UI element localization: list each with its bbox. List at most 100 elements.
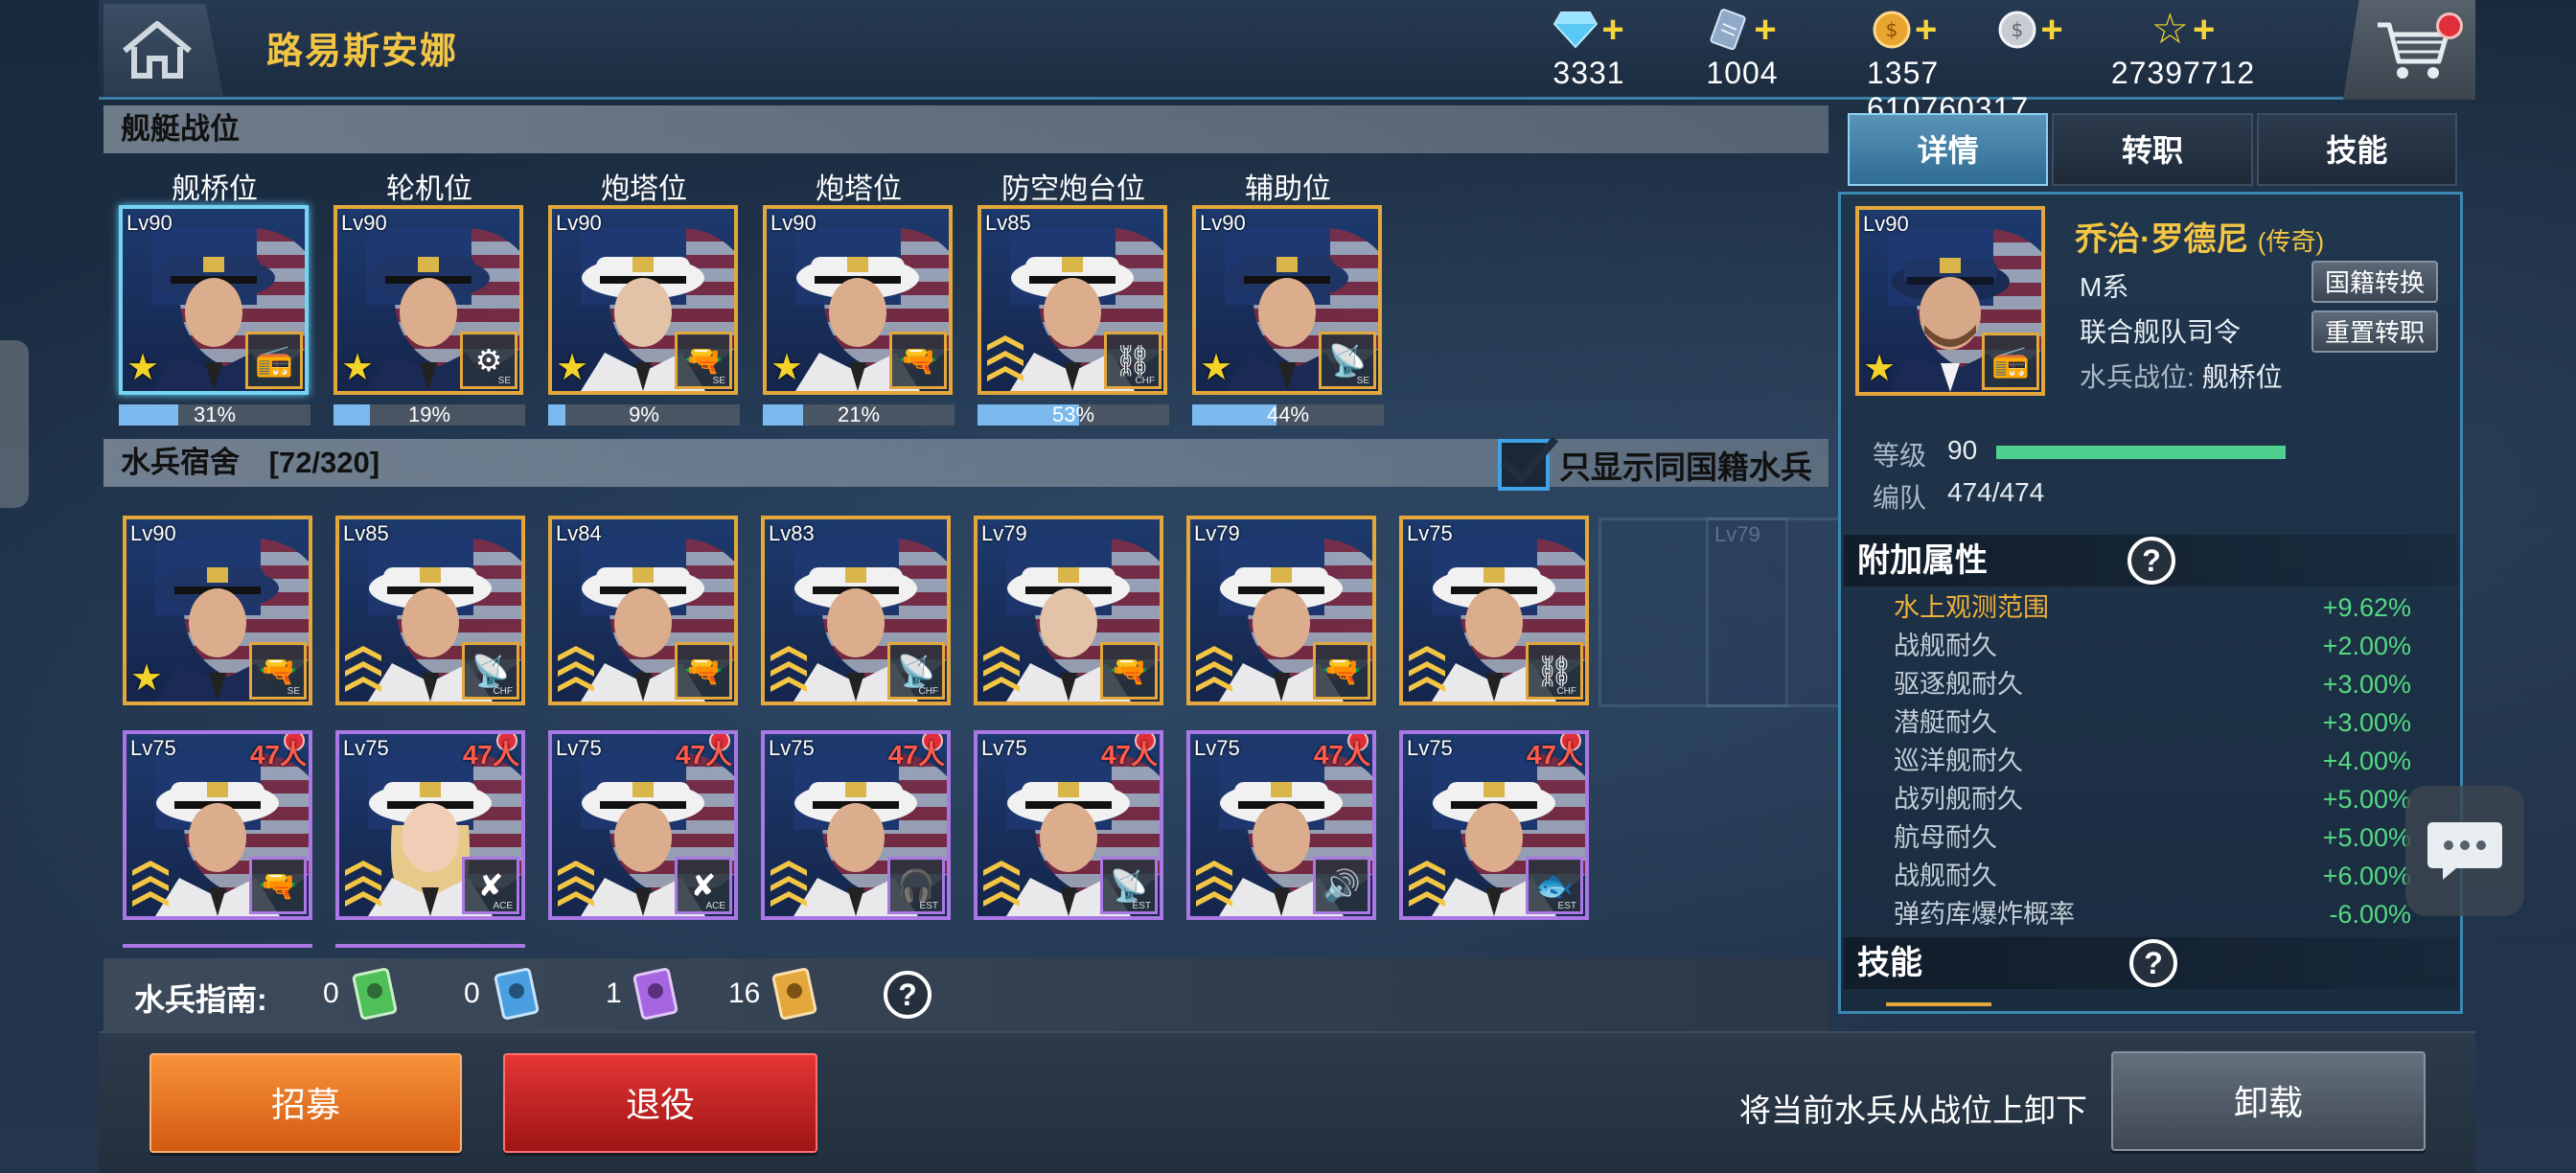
unload-hint: 将当前水兵从战位上卸下 <box>1739 1092 2087 1128</box>
add-blueprint-icon[interactable]: + <box>1754 11 1776 49</box>
level-label: 等级 <box>1873 441 1927 471</box>
home-button[interactable] <box>104 4 223 96</box>
attribute-value: +4.00% <box>2322 747 2411 775</box>
role-badge: 📡 CHF <box>462 642 519 700</box>
role-code: SE <box>1356 376 1369 386</box>
dorm-sailor-card[interactable]: Lv79 🔫 <box>1186 516 1376 705</box>
recruit-button[interactable]: 招募 <box>150 1053 462 1153</box>
level-value: 90 <box>1947 435 1978 465</box>
position-progress-bar: 9% <box>548 404 740 426</box>
battle-slot-card[interactable]: Lv90 ★ ⚙ SE <box>334 205 523 395</box>
add-gold-icon[interactable]: + <box>1915 11 1937 49</box>
dorm-sailor-card[interactable]: Lv75 🔊 47人 <box>1186 730 1376 920</box>
dorm-sailor-card[interactable]: Lv75 🐟 EST 47人 <box>1399 730 1589 920</box>
battle-slot-card[interactable]: Lv85 ⛓ CHF <box>978 205 1167 395</box>
chat-button[interactable] <box>2405 786 2524 916</box>
attribute-row: 战列舰耐久 +5.00% <box>1894 780 2411 818</box>
blueprint-count: 1004 <box>1706 56 1779 90</box>
dorm-sailor-card[interactable]: Lv85 📡 CHF <box>335 516 525 705</box>
sailor-count: 47人 <box>249 740 307 770</box>
battle-slot-card[interactable]: Lv90 ★ 📡 SE <box>1192 205 1382 395</box>
guide-count-green: 0 <box>323 978 339 1009</box>
tools-icon: ✘ <box>477 868 504 903</box>
resource-gold[interactable]: $ + $ + 1357 610760317 <box>1867 8 2087 126</box>
position-progress-bar: 44% <box>1192 404 1384 426</box>
progress-text: 19% <box>407 404 451 426</box>
guide-book-blue-icon[interactable] <box>494 966 543 1022</box>
role-badge: 🎧 EST <box>887 857 945 914</box>
dorm-sailor-card[interactable]: Lv90 ★ 🔫 SE <box>123 516 312 705</box>
battle-slot-card[interactable]: Lv90 ★ 📻 <box>119 205 309 395</box>
dorm-sailor-card[interactable]: Lv84 🔫 <box>548 516 738 705</box>
level-tag: Lv83 <box>769 521 815 545</box>
dorm-card-peek[interactable] <box>123 944 312 954</box>
reset-job-button[interactable]: 重置转职 <box>2312 310 2438 353</box>
role-badge: 🔫 <box>249 857 307 914</box>
guide-book-green-icon[interactable] <box>352 966 402 1022</box>
dorm-sailor-card[interactable]: Lv75 📡 EST 47人 <box>974 730 1163 920</box>
role-code: EST <box>919 901 938 911</box>
dorm-sailor-card[interactable]: Lv75 🔫 47人 <box>123 730 312 920</box>
player-name: 路易斯安娜 <box>266 32 459 72</box>
chevron-rank-icon <box>770 646 807 692</box>
selected-sailor-portrait: Lv90 ★ 📻 <box>1855 206 2045 396</box>
level-bar <box>1996 446 2286 459</box>
resource-diamond[interactable]: + 3331 <box>1531 8 1646 91</box>
tab-skills[interactable]: 技能 <box>2256 113 2457 186</box>
role-code: SE <box>712 376 725 386</box>
role-badge: 🔊 <box>1313 857 1370 914</box>
skills-help-icon[interactable]: ? <box>2129 939 2177 987</box>
cart-notification-badge <box>2436 12 2463 39</box>
dorm-sailor-card[interactable]: Lv75 ✘ ACE 47人 <box>335 730 525 920</box>
guide-help-icon[interactable]: ? <box>884 971 932 1019</box>
dorm-card-peek[interactable] <box>335 944 525 954</box>
position-progress-bar: 31% <box>119 404 310 426</box>
retire-button[interactable]: 退役 <box>503 1053 817 1153</box>
progress-text: 31% <box>193 404 237 426</box>
chevron-rank-icon <box>1196 861 1232 907</box>
dorm-sailor-card[interactable]: Lv75 🎧 EST 47人 <box>761 730 951 920</box>
headset-icon: 🎧 <box>897 868 935 903</box>
guide-book-gold-icon[interactable] <box>771 966 821 1022</box>
role-code: CHF <box>918 686 938 697</box>
add-star-icon[interactable]: + <box>2193 11 2215 49</box>
unload-button[interactable]: 卸载 <box>2111 1051 2426 1151</box>
attribute-value: +6.00% <box>2322 862 2411 890</box>
level-tag: Lv90 <box>126 211 172 235</box>
add-diamond-icon[interactable]: + <box>1601 11 1623 49</box>
sailor-count: 47人 <box>675 740 732 770</box>
dorm-sailor-card[interactable]: Lv75 ⛓ CHF <box>1399 516 1589 705</box>
chevron-rank-icon <box>770 861 807 907</box>
level-tag: Lv75 <box>343 736 389 760</box>
same-nation-label[interactable]: 只显示同国籍水兵 <box>1559 442 1812 488</box>
role-badge: 📡 EST <box>1100 857 1158 914</box>
attribute-value: +3.00% <box>2322 670 2411 699</box>
nation-convert-button[interactable]: 国籍转换 <box>2312 261 2438 303</box>
attribute-name: 巡洋舰耐久 <box>1894 747 2023 775</box>
dorm-sailor-card[interactable]: Lv83 📡 CHF <box>761 516 951 705</box>
radar-icon: 📡 <box>1328 343 1367 378</box>
attribute-value: +5.00% <box>2322 785 2411 814</box>
attributes-help-icon[interactable]: ? <box>2128 537 2175 585</box>
resource-star[interactable]: ☆ + 27397712 <box>2087 8 2279 91</box>
add-silver-icon[interactable]: + <box>2040 11 2062 49</box>
detail-tabs: 详情 转职 技能 <box>1848 113 2457 186</box>
dorm-sailor-card[interactable]: Lv79 🔫 <box>974 516 1163 705</box>
turret-icon: 🔫 <box>1110 654 1148 688</box>
same-nation-checkbox[interactable] <box>1498 436 1559 491</box>
dorm-sailor-card[interactable]: Lv75 ✘ ACE 47人 <box>548 730 738 920</box>
crew-label: 编队 <box>1873 483 1927 513</box>
shop-cart-button[interactable] <box>2343 0 2475 100</box>
level-tag: Lv75 <box>769 736 815 760</box>
battle-slot-card[interactable]: Lv90 ★ 🔫 <box>763 205 953 395</box>
battle-slot-card[interactable]: Lv90 ★ 🔫 SE <box>548 205 738 395</box>
tab-details[interactable]: 详情 <box>1848 113 2049 186</box>
guide-book-purple-icon[interactable] <box>632 966 682 1022</box>
resource-blueprint[interactable]: + 1004 <box>1685 8 1800 91</box>
turret-icon: 🔫 <box>899 343 937 378</box>
radio-icon: 📻 <box>1991 344 2030 379</box>
side-drawer-handle[interactable] <box>0 340 29 508</box>
role-badge: ⛓ CHF <box>1104 332 1162 389</box>
role-badge: 📻 <box>245 332 303 389</box>
tab-job-change[interactable]: 转职 <box>2052 113 2253 186</box>
